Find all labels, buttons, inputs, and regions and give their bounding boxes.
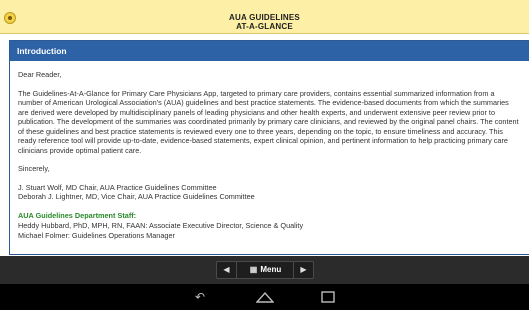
app-title-line2: AT-A-GLANCE <box>236 22 293 31</box>
signature-line: Deborah J. Lightner, MD, Vice Chair, AUA… <box>18 192 255 201</box>
chevron-left-icon[interactable]: ◀ <box>217 262 237 278</box>
closing-text: Sincerely, <box>18 164 50 173</box>
panel-content: Dear Reader, The Guidelines-At-A-Glance … <box>10 61 529 240</box>
intro-paragraph: The Guidelines-At-A-Glance for Primary C… <box>18 88 519 155</box>
bottom-toolbar: ◀ ▦ Menu ▶ <box>0 256 529 284</box>
staff-heading: AUA Guidelines Department Staff: <box>18 210 137 220</box>
home-icon[interactable] <box>255 291 275 303</box>
menu-icon: ▦ <box>249 265 258 274</box>
menu-label: Menu <box>260 265 282 274</box>
recents-icon[interactable] <box>318 291 338 303</box>
menu-control: ◀ ▦ Menu ▶ <box>216 261 314 279</box>
app-title: AUA GUIDELINES AT-A-GLANCE <box>0 13 529 31</box>
app-title-line1: AUA GUIDELINES <box>229 13 300 22</box>
chevron-right-icon[interactable]: ▶ <box>293 262 313 278</box>
introduction-panel[interactable]: Introduction Dear Reader, The Guidelines… <box>9 40 529 255</box>
panel-title: Introduction <box>10 41 529 61</box>
staff-line: Heddy Hubbard, PhD, MPH, RN, FAAN: Assoc… <box>18 221 304 230</box>
back-icon[interactable]: ↶ <box>190 290 210 304</box>
app-header: AUA GUIDELINES AT-A-GLANCE <box>0 0 529 34</box>
greeting-text: Dear Reader, <box>18 70 62 79</box>
menu-button[interactable]: ▦ Menu <box>238 262 293 278</box>
system-navigation-bar: ↶ <box>0 284 529 310</box>
signature-line: J. Stuart Wolf, MD Chair, AUA Practice G… <box>18 182 217 192</box>
staff-line: Michael Folmer: Guidelines Operations Ma… <box>18 230 175 240</box>
